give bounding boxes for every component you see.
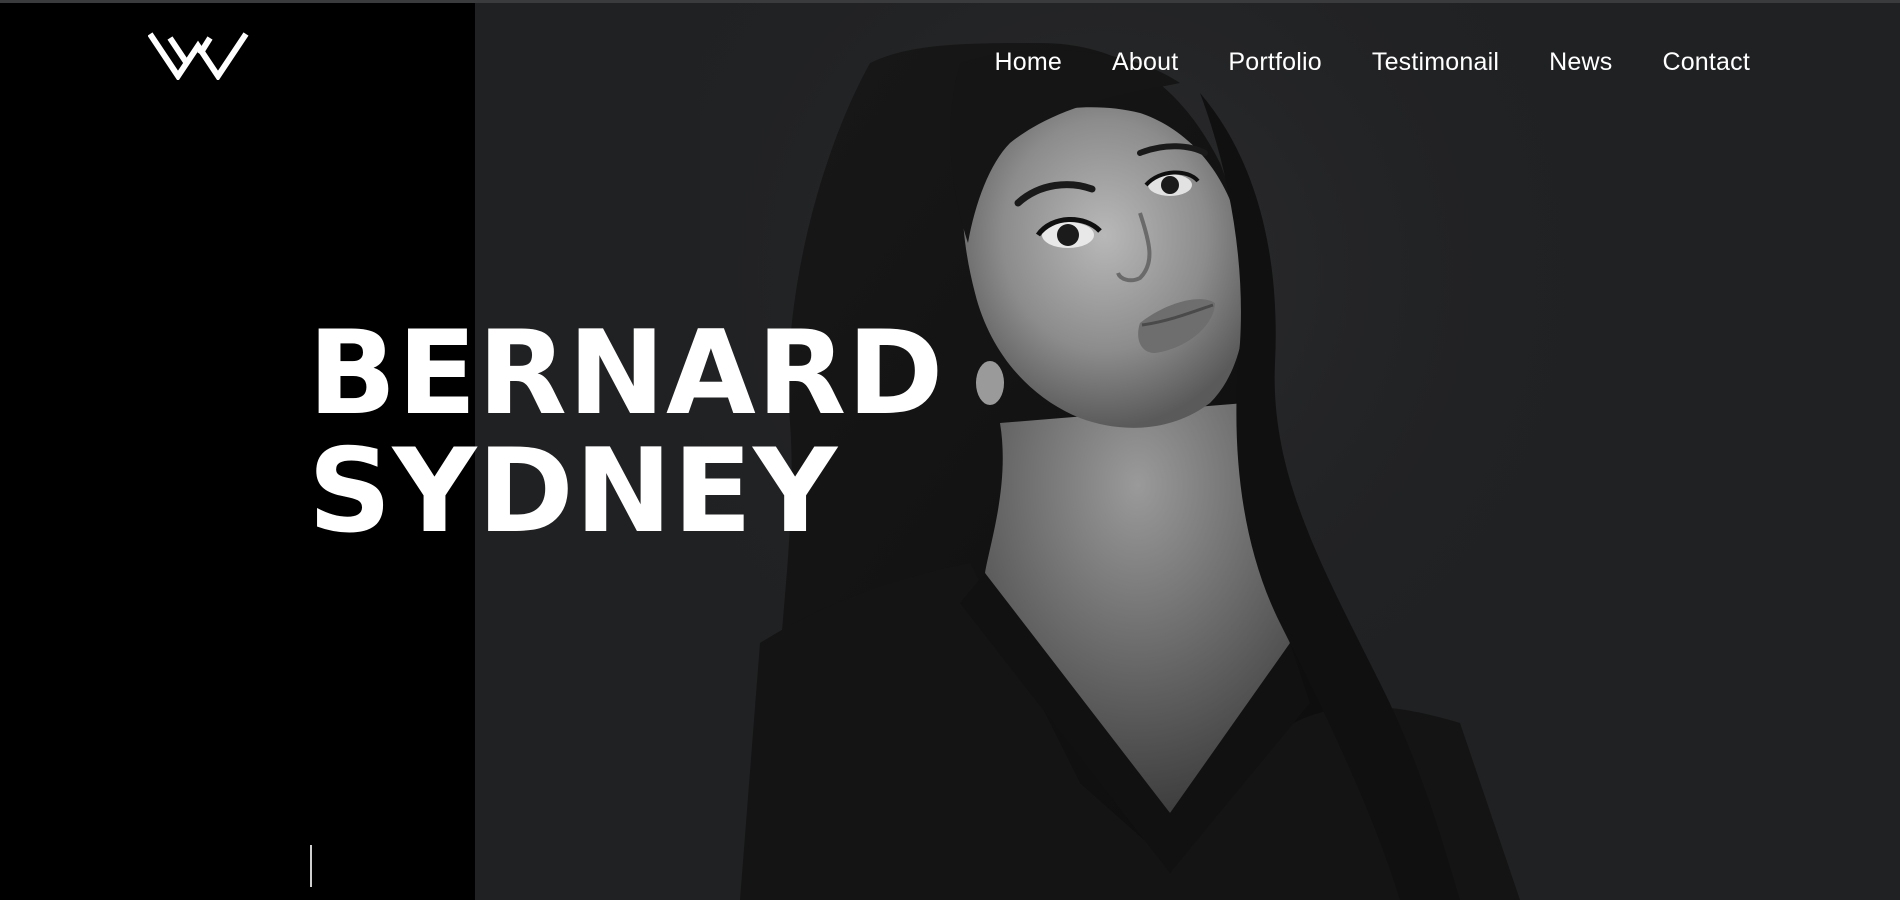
nav-item-home[interactable]: Home bbox=[995, 44, 1063, 80]
hero-name-heading: BERNARD SYDNEY bbox=[308, 315, 944, 551]
w-chevron-logo-icon[interactable] bbox=[148, 26, 250, 80]
hero-name-line2: SYDNEY bbox=[308, 424, 839, 559]
hero-name-line1: BERNARD bbox=[308, 306, 945, 441]
scroll-indicator-line bbox=[310, 845, 312, 887]
nav-item-portfolio[interactable]: Portfolio bbox=[1228, 44, 1322, 80]
nav-item-news[interactable]: News bbox=[1549, 44, 1612, 80]
page: Home About Portfolio Testimonail News Co… bbox=[0, 0, 1900, 900]
nav-item-about[interactable]: About bbox=[1112, 44, 1178, 80]
nav-item-contact[interactable]: Contact bbox=[1662, 44, 1750, 80]
main-nav: Home About Portfolio Testimonail News Co… bbox=[945, 44, 1750, 80]
nav-item-testimonail[interactable]: Testimonail bbox=[1372, 44, 1499, 80]
